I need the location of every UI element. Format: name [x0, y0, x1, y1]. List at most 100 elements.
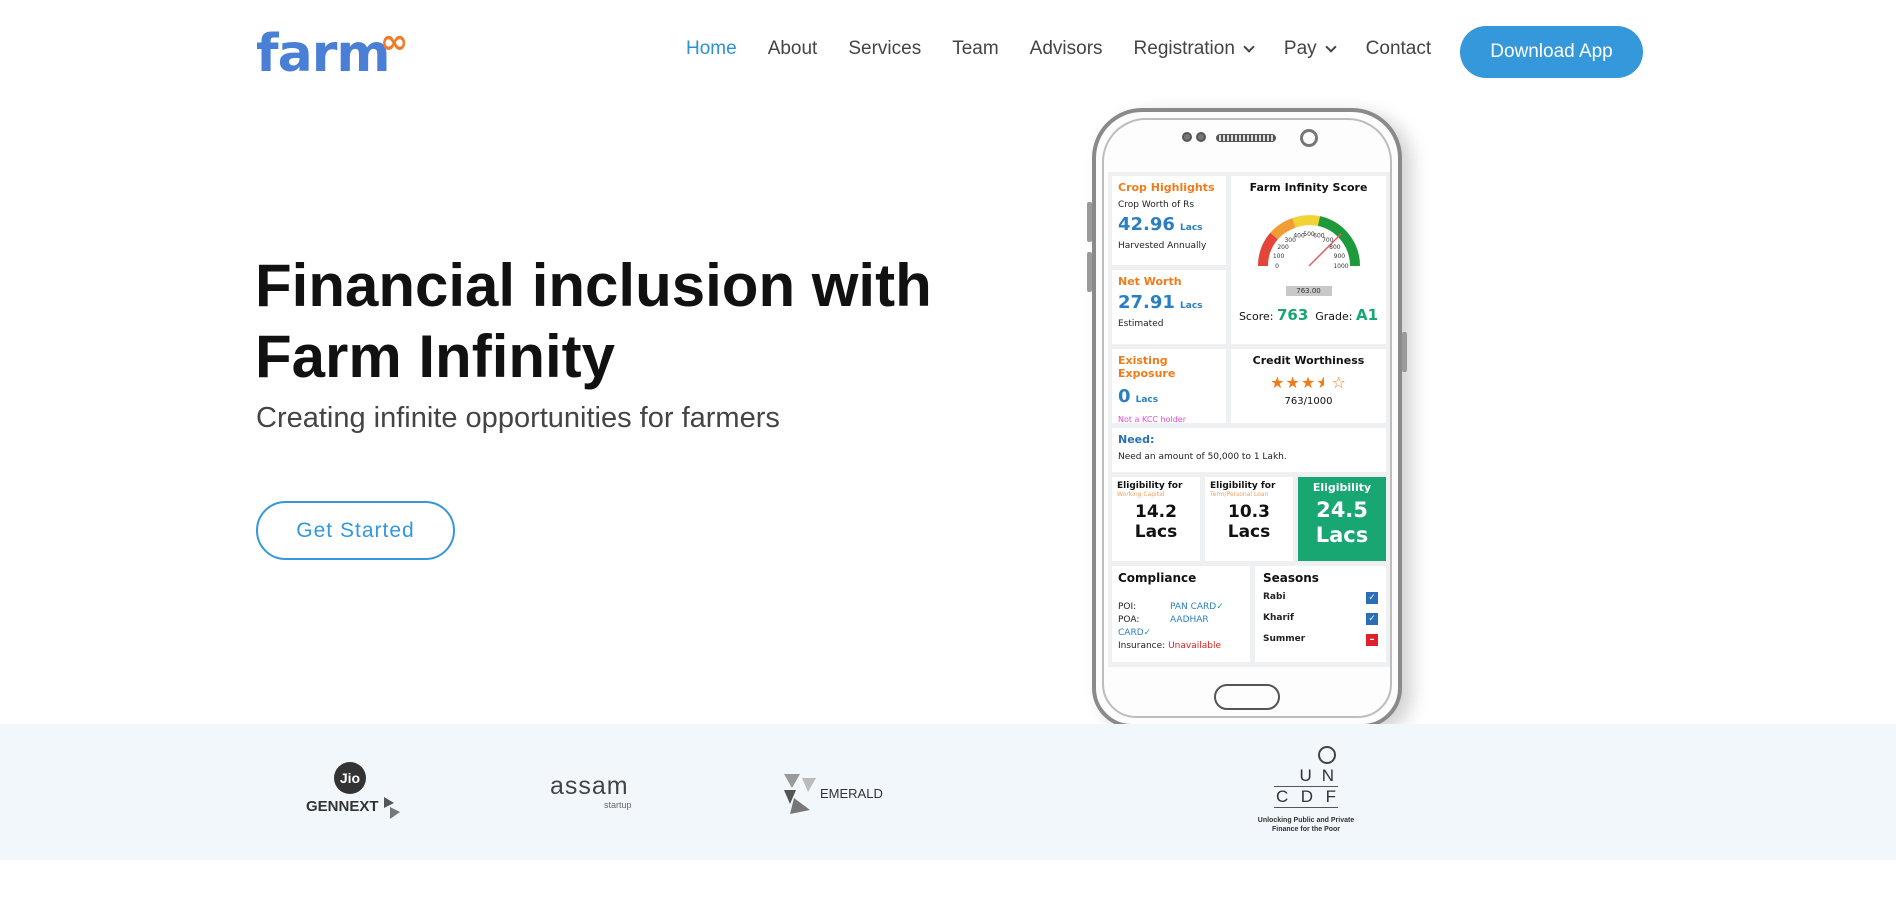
crop-highlights-card: Crop Highlights Crop Worth of Rs 42.96 L…: [1112, 176, 1226, 265]
exposure-value: 0: [1118, 386, 1131, 407]
download-app-button[interactable]: Download App: [1460, 26, 1643, 78]
star-rating: ★★★★☆: [1237, 373, 1380, 392]
uncdf-letter: C: [1276, 787, 1289, 806]
gauge-tick-label: 1000: [1333, 263, 1348, 270]
score-row: Score: 763 Grade: A1: [1237, 306, 1380, 324]
networth-note: Estimated: [1118, 319, 1164, 329]
networth-title: Net Worth: [1118, 275, 1182, 288]
emerald-logo-text: EMERALD: [820, 786, 883, 801]
gauge-tick-label: 0: [1275, 263, 1279, 270]
elig2-title: Eligibility for: [1210, 481, 1276, 491]
crop-unit: Lacs: [1180, 223, 1203, 233]
star-icon: ★: [1285, 373, 1301, 392]
eligibility-working-capital-card: Eligibility for Working Capital 14.2 Lac…: [1112, 477, 1200, 561]
phone-sensor: [1300, 129, 1318, 147]
existing-exposure-card: Existing Exposure 0 Lacs Not a KCC holde…: [1112, 349, 1226, 424]
get-started-button[interactable]: Get Started: [256, 501, 455, 560]
networth-value: 27.91: [1118, 292, 1175, 313]
emerald-logo: EMERALD: [780, 766, 890, 822]
gauge-band-yellow: [1291, 215, 1320, 228]
hero-title-line2: Farm Infinity: [255, 323, 616, 390]
hero-title-line1: Financial inclusion with: [255, 252, 932, 319]
season-row: Rabi ✓: [1263, 587, 1378, 608]
uncdf-letters: U N C D F: [1274, 766, 1338, 808]
nav-pay[interactable]: Pay: [1284, 38, 1337, 60]
star-icon: ★: [1300, 373, 1317, 392]
credit-ratio: 763/1000: [1284, 396, 1333, 407]
exposure-title: Existing Exposure: [1118, 354, 1176, 380]
app-screen: Crop Highlights Crop Worth of Rs 42.96 L…: [1108, 172, 1390, 667]
phone-volume-button: [1087, 202, 1092, 242]
seasons-title: Seasons: [1263, 571, 1319, 585]
site-logo[interactable]: farm ∞: [256, 22, 408, 84]
crop-label: Crop Worth of Rs: [1118, 200, 1195, 210]
elig2-sub: Term/Personal Loan: [1210, 491, 1269, 498]
score-gauge: 01002003004005006007008009001000: [1257, 215, 1360, 270]
season-row: Summer –: [1263, 629, 1378, 650]
phone-power-button: [1402, 332, 1407, 372]
main-nav: Home About Services Team Advisors Regist…: [686, 38, 1462, 60]
uncdf-bottom-row: C D F: [1274, 787, 1338, 808]
gennext-logo-text: GENNEXT: [306, 798, 379, 815]
nav-services[interactable]: Services: [848, 38, 921, 60]
elig1-unit: Lacs: [1134, 522, 1178, 542]
crop-value-row: 42.96 Lacs: [1118, 214, 1220, 235]
assam-startup-logo: assam startup: [550, 772, 640, 822]
uncdf-letter: D: [1300, 787, 1314, 806]
compliance-row: POA: AADHAR CARD✓: [1118, 614, 1244, 640]
logo-text: farm: [256, 24, 391, 84]
elig3-value: 24.5: [1316, 498, 1368, 522]
need-text: Need an amount of 50,000 to 1 Lakh.: [1118, 452, 1287, 462]
chevron-down-icon: [1325, 40, 1337, 53]
jio-logo-text: Jio: [334, 762, 366, 794]
need-card: Need: Need an amount of 50,000 to 1 Lakh…: [1112, 428, 1386, 472]
compliance-row: POI: PAN CARD✓: [1118, 601, 1244, 614]
eligibility-total-card: Eligibility 24.5 Lacs: [1298, 477, 1386, 561]
gauge-tick-label: 200: [1277, 244, 1289, 251]
season-label: Summer: [1263, 634, 1306, 644]
uncdf-letter: F: [1325, 787, 1336, 806]
assam-logo-text: assam: [550, 772, 629, 800]
site-header: farm ∞ Home About Services Team Advisors…: [0, 0, 1896, 100]
gauge-band-orange: [1269, 218, 1296, 240]
phone-camera-icon: [1182, 132, 1192, 142]
uncdf-tagline: Unlocking Public and Private Finance for…: [1254, 816, 1358, 834]
emerald-mark-icon: [784, 774, 816, 814]
phone-speaker: [1216, 134, 1276, 142]
season-label: Kharif: [1263, 613, 1294, 623]
exposure-unit: Lacs: [1135, 395, 1159, 405]
star-outline-icon: ☆: [1331, 373, 1347, 392]
score-value: 763: [1276, 306, 1309, 324]
nav-services-label: Services: [848, 38, 922, 59]
grade-label: Grade:: [1315, 310, 1353, 323]
uncdf-tagline-line1: Unlocking Public and Private: [1257, 817, 1355, 824]
gauge-tick-label: 700: [1322, 237, 1334, 244]
crop-value: 42.96: [1118, 214, 1175, 235]
compliance-value: Unavailable: [1168, 641, 1221, 651]
elig2-value: 10.3: [1228, 502, 1270, 522]
compliance-title: Compliance: [1118, 571, 1197, 585]
nav-registration-label: Registration: [1133, 38, 1235, 59]
gauge-tick-label: 800: [1329, 244, 1341, 251]
gauge-tick-label: 900: [1333, 253, 1345, 260]
elig1-sub: Working Capital: [1117, 491, 1165, 498]
networth-value-row: 27.91 Lacs: [1118, 292, 1220, 313]
uncdf-letter: N: [1321, 766, 1334, 785]
nav-contact[interactable]: Contact: [1366, 38, 1431, 60]
nav-home[interactable]: Home: [686, 38, 737, 60]
star-half-icon: ★: [1316, 373, 1332, 392]
credit-title: Credit Worthiness: [1252, 354, 1365, 367]
nav-advisors[interactable]: Advisors: [1030, 38, 1103, 60]
season-row: Kharif ✓: [1263, 608, 1378, 629]
seasons-card: Seasons Rabi ✓ Kharif ✓ Summer –: [1255, 566, 1386, 662]
star-icon: ★: [1270, 373, 1286, 392]
nav-about[interactable]: About: [768, 38, 818, 60]
uncdf-letter: U: [1299, 766, 1312, 785]
gennext-arrow-icon: [384, 797, 400, 819]
un-emblem-icon: [1318, 746, 1336, 764]
nav-team[interactable]: Team: [952, 38, 998, 60]
check-circle-icon: ✓: [1216, 602, 1224, 612]
credit-worthiness-card: Credit Worthiness ★★★★☆ 763/1000: [1231, 349, 1386, 423]
nav-registration[interactable]: Registration: [1133, 38, 1255, 60]
compliance-label: Insurance:: [1118, 641, 1166, 651]
